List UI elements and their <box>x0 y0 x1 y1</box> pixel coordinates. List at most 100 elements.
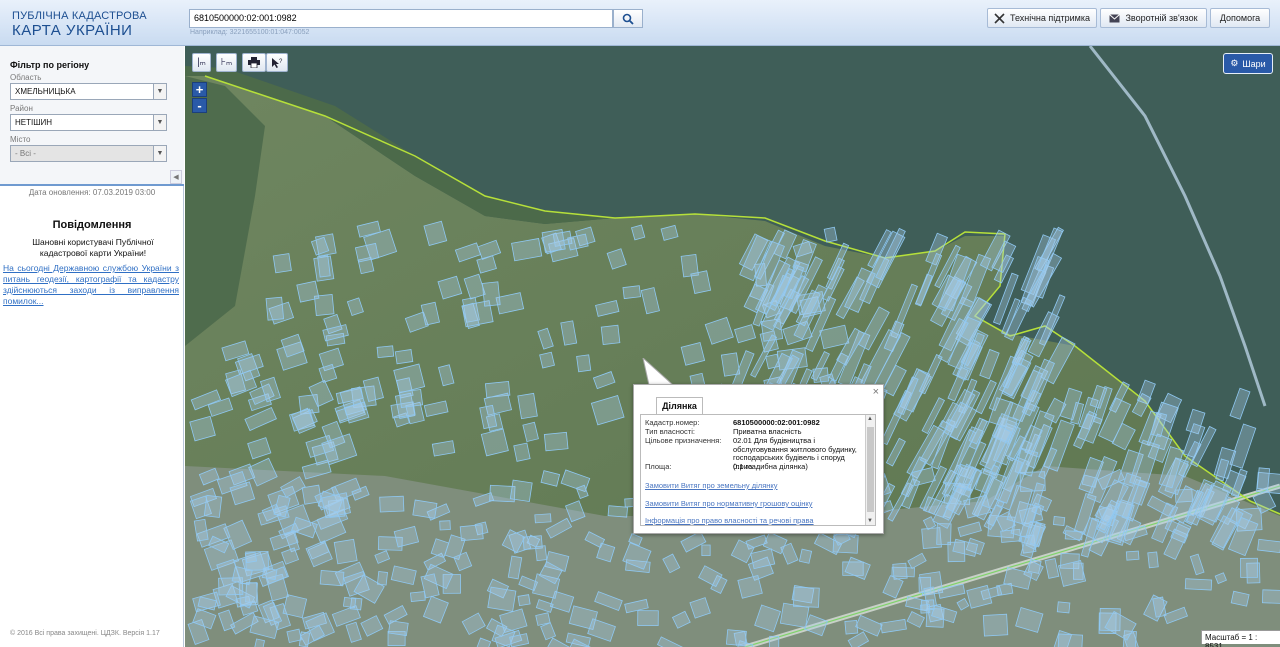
land-parcel[interactable] <box>725 629 747 647</box>
land-parcel[interactable] <box>1261 589 1280 604</box>
popup-scrollbar[interactable]: ▲ ▼ <box>865 415 875 525</box>
land-parcel[interactable] <box>509 479 533 503</box>
land-parcel[interactable] <box>481 281 501 307</box>
land-parcel[interactable] <box>412 499 438 519</box>
land-parcel[interactable] <box>690 270 712 294</box>
order-valuation-extract-link[interactable]: Замовити Витяг про нормативну грошову оц… <box>645 499 812 508</box>
land-parcel[interactable] <box>379 495 405 513</box>
measure-distance-button[interactable]: |ₘ <box>192 53 211 72</box>
land-parcel[interactable] <box>1257 538 1280 554</box>
logo[interactable]: ПУБЛІЧНА КАДАСТРОВА КАРТА УКРАЇНИ <box>12 10 147 39</box>
ruler-icon: |ₘ <box>197 57 206 68</box>
land-parcel[interactable] <box>543 431 569 452</box>
chevron-down-icon: ▼ <box>153 115 166 130</box>
land-parcel[interactable] <box>387 620 409 637</box>
gear-icon: ⚙ <box>1230 58 1239 68</box>
zoom-in-button[interactable]: + <box>192 82 207 97</box>
print-button[interactable] <box>242 53 266 72</box>
land-parcel[interactable] <box>1184 578 1213 591</box>
scroll-up-icon[interactable]: ▲ <box>867 416 873 422</box>
land-parcel[interactable] <box>1052 516 1066 527</box>
land-parcel[interactable] <box>844 619 859 635</box>
land-parcel[interactable] <box>1240 557 1259 578</box>
land-parcel[interactable] <box>637 610 659 626</box>
land-parcel[interactable] <box>317 255 331 278</box>
land-parcel[interactable] <box>920 604 931 614</box>
land-parcel[interactable] <box>1057 633 1083 647</box>
land-parcel[interactable] <box>376 345 395 359</box>
district-select[interactable]: НЕТІШИН ▼ <box>10 114 167 131</box>
land-parcel[interactable] <box>576 354 592 373</box>
collapse-sidebar-button[interactable]: ◀ <box>170 170 182 184</box>
land-parcel[interactable] <box>769 635 780 647</box>
parcel-info-body: Кадастр.номер: 6810500000:02:001:0982 Ти… <box>640 414 876 526</box>
identify-button[interactable]: ? <box>266 53 288 72</box>
land-parcel[interactable] <box>376 571 388 586</box>
land-parcel[interactable] <box>1125 550 1140 561</box>
land-parcel[interactable] <box>272 253 292 274</box>
close-icon[interactable]: × <box>873 386 879 398</box>
satellite-map[interactable] <box>185 46 1280 647</box>
land-parcel[interactable] <box>539 351 555 369</box>
envelope-icon <box>1109 13 1121 22</box>
land-parcel[interactable] <box>244 551 258 564</box>
land-parcel[interactable] <box>439 520 451 531</box>
land-parcel[interactable] <box>823 226 838 243</box>
land-parcel[interactable] <box>203 494 223 518</box>
land-parcel[interactable] <box>1147 551 1159 569</box>
land-parcel[interactable] <box>798 548 813 564</box>
land-parcel[interactable] <box>622 285 642 300</box>
land-parcel[interactable] <box>319 570 345 587</box>
order-parcel-extract-link[interactable]: Замовити Витяг про земельну ділянку <box>645 481 778 490</box>
land-parcel[interactable] <box>265 296 285 321</box>
support-button[interactable]: Технічна підтримка <box>987 8 1097 28</box>
land-parcel[interactable] <box>1256 467 1271 490</box>
land-parcel[interactable] <box>517 392 538 420</box>
tab-parcel[interactable]: Ділянка <box>656 397 703 414</box>
land-parcel[interactable] <box>534 545 548 562</box>
cadastral-search-input[interactable]: 6810500000:02:001:0982 <box>189 9 613 28</box>
zoom-out-button[interactable]: - <box>192 98 207 113</box>
district-value: НЕТІШИН <box>15 118 53 127</box>
land-parcel[interactable] <box>607 505 628 518</box>
land-parcel[interactable] <box>282 594 308 619</box>
land-parcel[interactable] <box>394 349 414 365</box>
land-parcel[interactable] <box>298 631 311 647</box>
land-parcel[interactable] <box>535 612 551 626</box>
land-parcel[interactable] <box>398 388 424 409</box>
land-parcel[interactable] <box>459 524 484 542</box>
help-button[interactable]: Допомога <box>1210 8 1270 28</box>
feedback-button[interactable]: Зворотній зв'язок <box>1100 8 1207 28</box>
land-parcel[interactable] <box>534 513 552 524</box>
land-parcel[interactable] <box>1056 601 1071 614</box>
land-parcel[interactable] <box>517 594 531 607</box>
land-parcel[interactable] <box>487 586 517 612</box>
map-view[interactable]: |ₘ ⊦ₘ ? + - ⚙ Шари × Ділянка Кадастр.ном… <box>185 46 1280 647</box>
message-body: Шановні користувачі Публічної кадастрово… <box>32 237 154 258</box>
message-link[interactable]: На сьогодні Державною службою України з … <box>3 263 179 307</box>
layers-button[interactable]: ⚙ Шари <box>1223 53 1273 74</box>
land-parcel[interactable] <box>701 544 711 557</box>
land-parcel[interactable] <box>296 280 320 303</box>
land-parcel[interactable] <box>480 428 509 457</box>
region-select[interactable]: ХМЕЛЬНИЦЬКА ▼ <box>10 83 167 100</box>
ownership-info-link[interactable]: Інформація про право власності та речові… <box>645 516 814 525</box>
land-parcel[interactable] <box>513 442 531 462</box>
land-parcel[interactable] <box>982 613 1009 637</box>
search-hint: Наприклад: 3221655100:01:047:0052 <box>190 29 310 36</box>
land-parcel[interactable] <box>409 591 426 603</box>
land-parcel[interactable] <box>333 538 358 565</box>
scroll-down-icon[interactable]: ▼ <box>867 518 873 524</box>
measure-area-button[interactable]: ⊦ₘ <box>216 53 237 72</box>
land-parcel[interactable] <box>261 567 278 581</box>
land-parcel[interactable] <box>342 596 357 609</box>
land-parcel[interactable] <box>792 586 820 608</box>
search-button[interactable] <box>613 9 643 28</box>
scroll-thumb[interactable] <box>867 427 874 512</box>
area-icon: ⊦ₘ <box>220 57 233 68</box>
land-parcel[interactable] <box>286 628 302 644</box>
city-select[interactable]: - Всі - ▼ <box>10 145 167 162</box>
land-parcel[interactable] <box>600 324 621 345</box>
land-parcel[interactable] <box>541 228 566 253</box>
land-parcel[interactable] <box>892 562 908 580</box>
